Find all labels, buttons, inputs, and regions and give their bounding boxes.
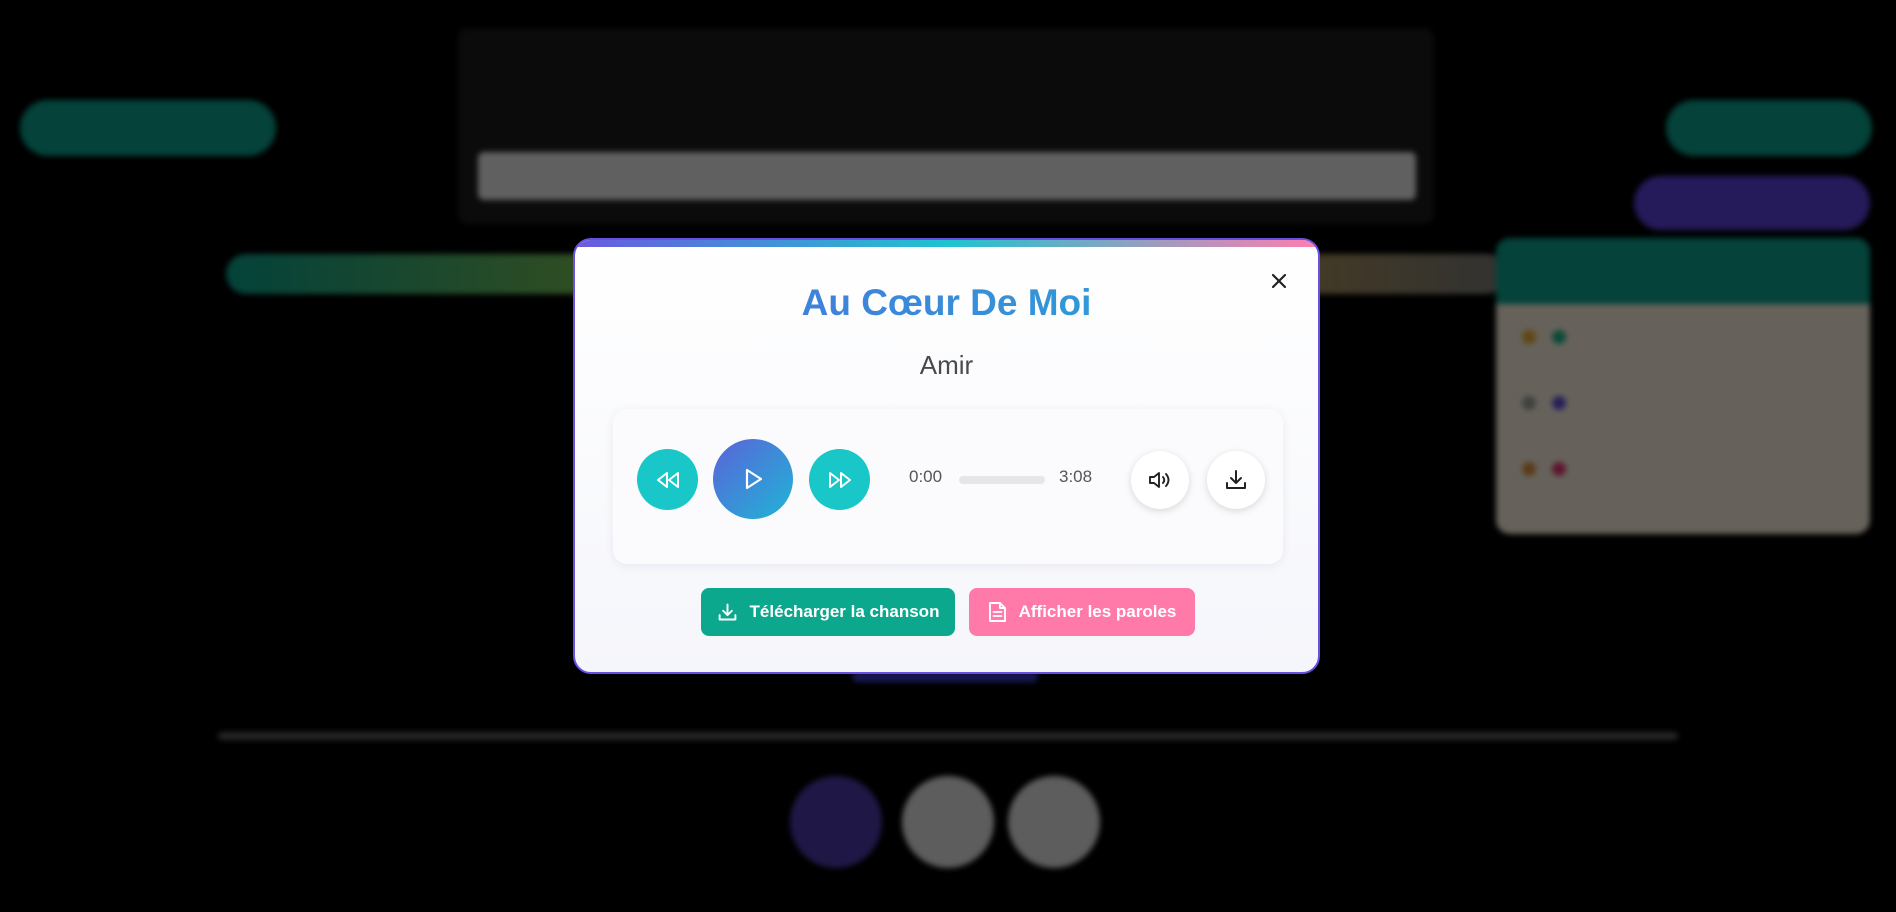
song-modal: Au Cœur De Moi Amir 0:00 3:08 Télécharge… xyxy=(573,238,1320,674)
rank-dot xyxy=(1522,462,1536,476)
avatar xyxy=(1008,776,1100,868)
modal-gradient-bar xyxy=(575,240,1318,247)
rewind-button[interactable] xyxy=(637,449,698,510)
background-side-row xyxy=(1496,436,1870,502)
rank-dot xyxy=(1522,330,1536,344)
volume-icon xyxy=(1149,472,1170,488)
background-card-input xyxy=(478,152,1416,200)
background-card xyxy=(458,28,1434,224)
page: Au Cœur De Moi Amir 0:00 3:08 Télécharge… xyxy=(0,0,1896,912)
play-icon xyxy=(745,468,763,490)
download-song-label: Télécharger la chanson xyxy=(749,602,940,621)
player-dot xyxy=(1552,462,1566,476)
volume-button[interactable] xyxy=(1131,451,1189,509)
rewind-icon xyxy=(656,471,679,488)
fast-forward-button[interactable] xyxy=(809,449,870,510)
avatar xyxy=(902,776,994,868)
song-artist: Amir xyxy=(919,350,974,380)
play-button[interactable] xyxy=(713,439,793,519)
total-time: 3:08 xyxy=(1059,467,1093,486)
background-right-pill xyxy=(1666,100,1872,156)
rank-dot xyxy=(1522,396,1536,410)
download-icon-button[interactable] xyxy=(1207,451,1265,509)
background-side-panel-header xyxy=(1496,238,1870,304)
document-icon xyxy=(988,602,1006,622)
background-right-pill-secondary xyxy=(1634,176,1870,230)
avatar xyxy=(790,776,882,868)
background-divider xyxy=(218,732,1678,740)
background-left-pill xyxy=(20,100,276,156)
download-icon xyxy=(718,603,736,620)
current-time: 0:00 xyxy=(909,467,943,486)
background-side-panel xyxy=(1496,238,1870,534)
download-icon xyxy=(1226,470,1246,489)
show-lyrics-label: Afficher les paroles xyxy=(1018,602,1177,621)
song-title: Au Cœur De Moi xyxy=(575,282,1318,324)
audio-player: 0:00 3:08 xyxy=(613,409,1283,564)
player-dot xyxy=(1552,330,1566,344)
download-song-button[interactable]: Télécharger la chanson xyxy=(701,588,955,636)
show-lyrics-button[interactable]: Afficher les paroles xyxy=(969,588,1195,636)
seek-bar[interactable] xyxy=(959,476,1045,484)
background-side-row xyxy=(1496,370,1870,436)
player-dot xyxy=(1552,396,1566,410)
fast-forward-icon xyxy=(828,471,851,488)
background-side-row xyxy=(1496,304,1870,370)
